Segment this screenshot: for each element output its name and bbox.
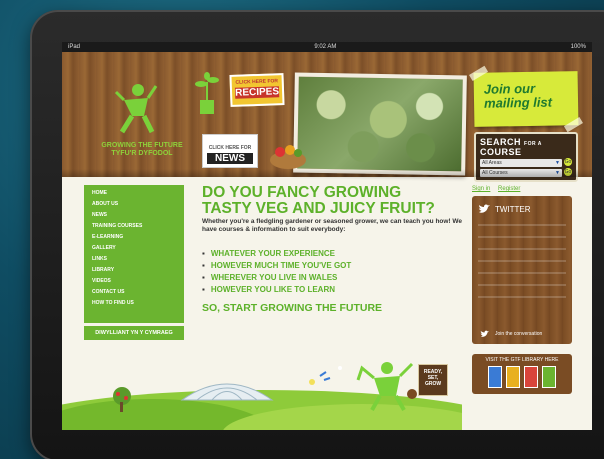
mailing-list-button[interactable]: Join our mailing list (469, 65, 583, 133)
twitter-title: TWITTER (495, 204, 531, 214)
search-course-word: COURSE (480, 147, 522, 157)
book-covers (476, 366, 568, 388)
nav-item-news[interactable]: NEWS (92, 210, 184, 221)
recipes-label: RECIPES (234, 86, 280, 99)
area-go-button[interactable]: Go (564, 158, 572, 166)
intro-text: Whether you're a fledgling gardener or s… (202, 218, 463, 233)
vegetable-garden-photo (293, 72, 467, 176)
nav-item-library[interactable]: LIBRARY (92, 265, 184, 276)
course-search-panel: SEARCH FOR A COURSE All Areas ▼ Go All C… (474, 132, 578, 182)
list-item: WHEREVER YOU LIVE IN WALES (202, 272, 452, 284)
account-links: Sign in Register (472, 186, 526, 192)
title-line1: DO YOU FANCY GROWING (202, 184, 402, 201)
recipes-button[interactable]: CLICK HERE FOR RECIPES (229, 73, 285, 107)
area-select[interactable]: All Areas ▼ (480, 159, 562, 167)
tape-strip (563, 117, 583, 133)
book-cover-image (542, 366, 556, 388)
benefit-list: WHATEVER YOUR EXPERIENCE HOWEVER MUCH TI… (202, 248, 452, 296)
list-item: HOWEVER YOU LIKE TO LEARN (202, 284, 452, 296)
twitter-panel: TWITTER Join the conversation (472, 196, 572, 344)
nav-item-gallery[interactable]: GALLERY (92, 243, 184, 254)
news-label: NEWS (207, 153, 253, 164)
main-nav: HOME ABOUT US NEWS TRAINING COURSES E-LE… (84, 185, 184, 323)
search-title: SEARCH FOR A COURSE (480, 137, 572, 157)
tweet-placeholder (478, 224, 566, 226)
list-item: WHATEVER YOUR EXPERIENCE (202, 248, 452, 260)
nav-item-about[interactable]: ABOUT US (92, 199, 184, 210)
news-small-label: CLICK HERE FOR (208, 145, 252, 151)
list-item: HOWEVER MUCH TIME YOU'VE GOT (202, 260, 452, 272)
book-cover-image (506, 366, 520, 388)
garden-scene-illustration (62, 362, 462, 430)
device-label: iPad (68, 44, 81, 50)
battery-label: 100% (570, 44, 586, 50)
tape-strip (469, 65, 489, 81)
course-select-value: All Courses (482, 170, 508, 176)
book-cover-image (488, 366, 502, 388)
page-title: DO YOU FANCY GROWING TASTY VEG AND JUICY… (202, 185, 472, 217)
nav-item-training[interactable]: TRAINING COURSES (92, 221, 184, 232)
sign-line3: GROW (424, 381, 442, 387)
tweet-placeholder (478, 296, 566, 298)
gardener-logo-icon[interactable] (114, 82, 158, 136)
tweet-placeholder (478, 272, 566, 274)
join-conversation-link[interactable]: Join the conversation (480, 330, 542, 338)
nav-item-links[interactable]: LINKS (92, 254, 184, 265)
tweet-placeholder (478, 248, 566, 250)
header-banner: GROWING THE FUTURE TYFU'R DYFODOL CLICK … (62, 52, 592, 182)
tagline-welsh: TYFU'R DYFODOL (111, 150, 173, 157)
nav-item-home[interactable]: HOME (92, 188, 184, 199)
news-button[interactable]: CLICK HERE FOR NEWS (202, 134, 258, 168)
search-for-word: FOR A (524, 141, 542, 147)
register-link[interactable]: Register (498, 186, 520, 192)
twitter-bird-icon (480, 330, 489, 337)
search-word: SEARCH (480, 137, 522, 147)
twitter-bird-icon (479, 204, 490, 213)
nav-item-elearning[interactable]: E-LEARNING (92, 232, 184, 243)
tablet-screen: iPad 9:02 AM 100% GROWING THE FUTURE TYF… (62, 42, 592, 430)
book-cover-image (524, 366, 538, 388)
site-tagline: GROWING THE FUTURE TYFU'R DYFODOL (82, 142, 202, 158)
chevron-down-icon: ▼ (555, 170, 560, 176)
status-bar: iPad 9:02 AM 100% (62, 42, 592, 52)
vegetable-basket-icon (270, 145, 306, 169)
library-button[interactable]: VISIT THE GTF LIBRARY HERE (472, 354, 572, 394)
recipes-small-label: CLICK HERE FOR (235, 78, 279, 86)
nav-item-find-us[interactable]: HOW TO FIND US (92, 298, 184, 309)
tweet-placeholder (478, 236, 566, 238)
title-line2: TASTY VEG AND JUICY FRUIT? (202, 200, 435, 217)
tweet-placeholder (478, 260, 566, 262)
potted-plant-icon (195, 72, 219, 114)
tagline-english: GROWING THE FUTURE (101, 142, 183, 149)
library-title: VISIT THE GTF LIBRARY HERE (485, 357, 559, 363)
ready-set-grow-sign: READY, SET, GROW (418, 364, 448, 396)
course-go-button[interactable]: Go (564, 168, 572, 176)
course-select[interactable]: All Courses ▼ (480, 169, 562, 177)
tweet-placeholder (478, 284, 566, 286)
nav-item-contact[interactable]: CONTACT US (92, 287, 184, 298)
join-label: Join the conversation (495, 331, 543, 337)
call-to-action-heading: SO, START GROWING THE FUTURE (202, 302, 383, 314)
chevron-down-icon: ▼ (555, 160, 560, 166)
sign-in-link[interactable]: Sign in (472, 186, 490, 192)
clock: 9:02 AM (314, 44, 337, 50)
nav-item-videos[interactable]: VIDEOS (92, 276, 184, 287)
twitter-header: TWITTER (478, 204, 566, 214)
mailing-line2: mailing list (483, 94, 553, 111)
area-select-value: All Areas (482, 160, 502, 166)
